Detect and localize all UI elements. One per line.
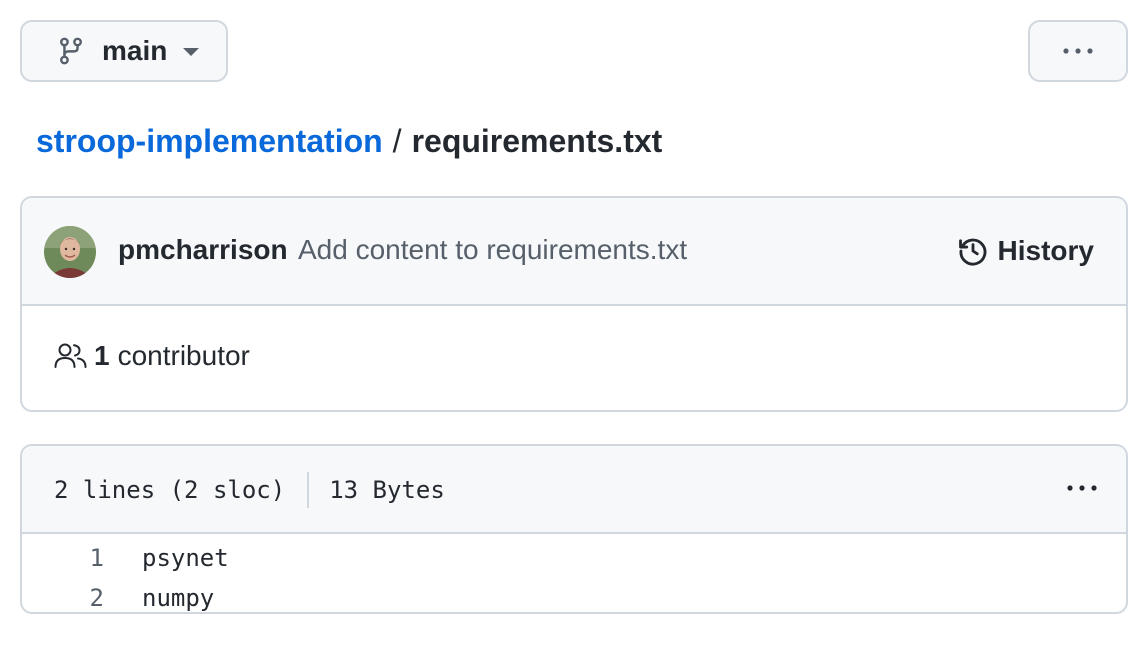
branch-name: main <box>102 35 168 66</box>
latest-commit-box: pmcharrison Add content to requirements.… <box>20 196 1128 412</box>
latest-commit-header: pmcharrison Add content to requirements.… <box>22 198 1126 306</box>
line-content: numpy <box>142 584 215 612</box>
git-branch-icon <box>60 37 82 65</box>
line-number[interactable]: 2 <box>22 584 104 612</box>
code-line: 2 numpy <box>22 578 1126 612</box>
file-size: 13 Bytes <box>329 476 445 504</box>
breadcrumb-file-name: requirements.txt <box>411 123 663 159</box>
contributors-summary[interactable]: 1 contributor <box>54 340 250 372</box>
chevron-down-icon <box>183 48 200 56</box>
file-viewer: 2 lines (2 sloc) 13 Bytes 1 psynet 2 num… <box>20 444 1128 614</box>
code-line: 1 psynet <box>22 538 1126 578</box>
file-info: 2 lines (2 sloc) 13 Bytes <box>54 472 445 508</box>
contributor-label: contributor <box>117 340 250 371</box>
code-view: 1 psynet 2 numpy <box>22 534 1126 612</box>
people-icon <box>54 343 87 368</box>
kebab-horizontal-icon <box>1063 48 1093 54</box>
history-icon <box>958 238 986 266</box>
kebab-horizontal-icon <box>1067 485 1097 491</box>
breadcrumb-separator: / <box>392 123 402 159</box>
more-options-button[interactable] <box>1028 20 1128 82</box>
file-header: 2 lines (2 sloc) 13 Bytes <box>22 446 1126 534</box>
line-number[interactable]: 1 <box>22 544 104 572</box>
file-more-button[interactable] <box>1062 472 1102 504</box>
history-label: History <box>997 235 1094 266</box>
branch-select-button[interactable]: main <box>20 20 228 82</box>
breadcrumb-repo-link[interactable]: stroop-implementation <box>36 123 383 159</box>
file-info-divider <box>307 472 310 508</box>
file-lines-info: 2 lines (2 sloc) <box>54 476 286 504</box>
line-content: psynet <box>142 544 229 572</box>
commit-message-link[interactable]: Add content to requirements.txt <box>298 234 687 266</box>
contributor-count: 1 <box>94 340 110 371</box>
history-button[interactable]: History <box>956 234 1094 268</box>
breadcrumb: stroop-implementation / requirements.txt <box>36 120 662 162</box>
commit-author-link[interactable]: pmcharrison <box>118 234 288 266</box>
avatar[interactable] <box>44 226 96 278</box>
